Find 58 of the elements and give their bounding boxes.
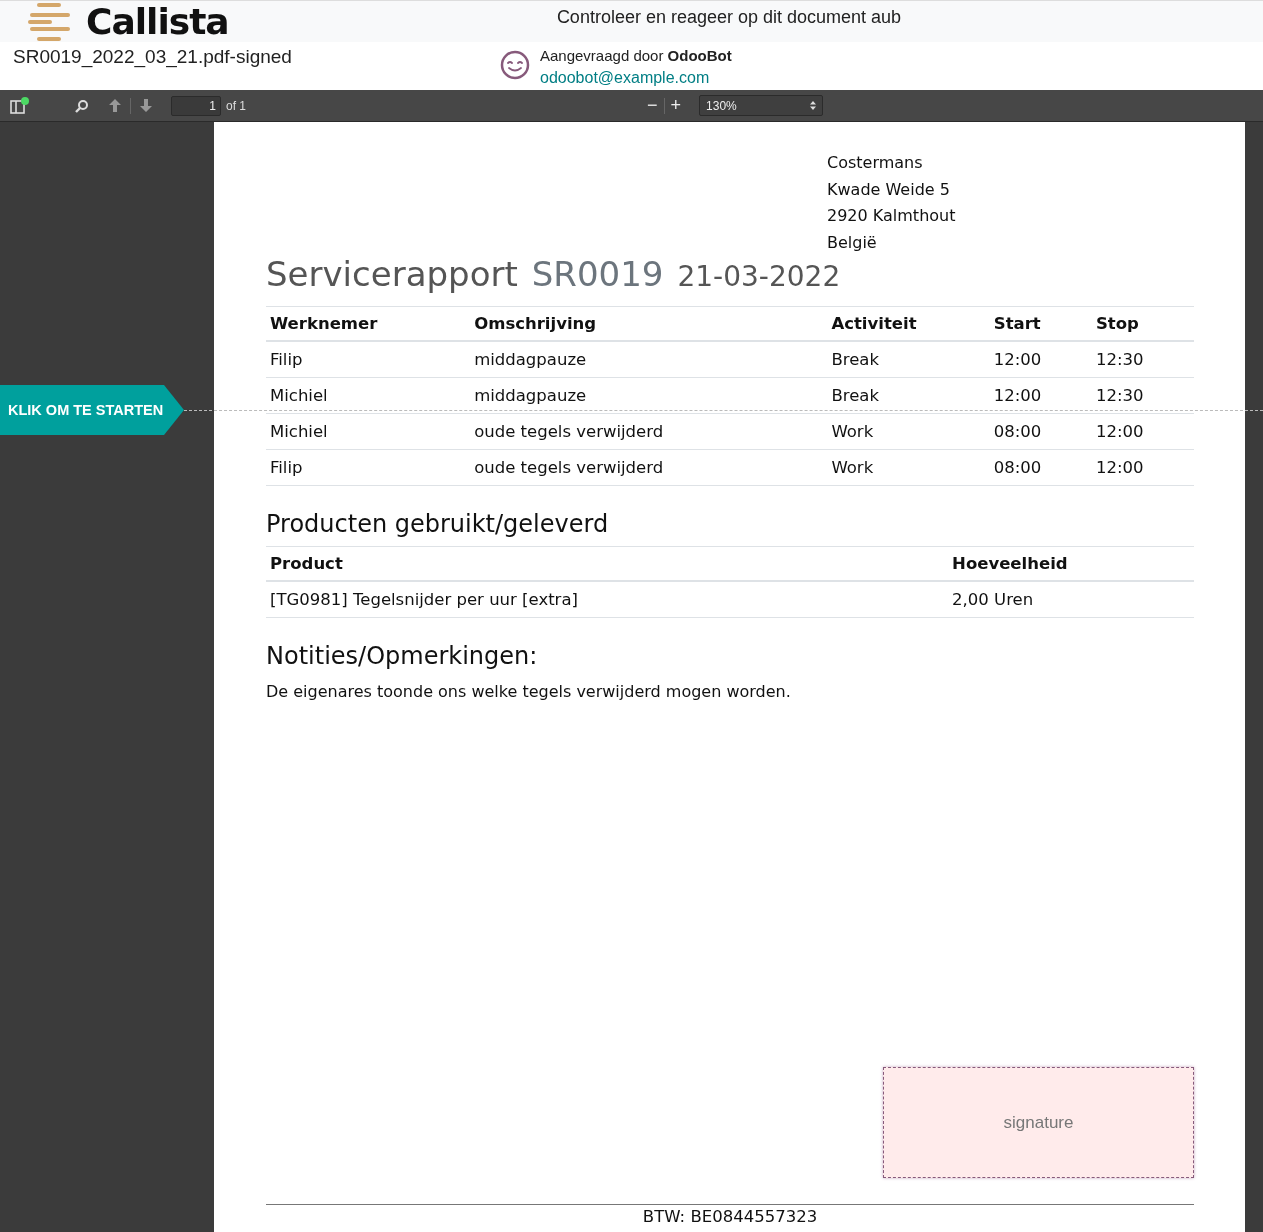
requested-by-text: Aangevraagd door OdooBot: [540, 47, 732, 64]
table-cell: [TG0981] Tegelsnijder per uur [extra]: [266, 581, 949, 618]
table-cell: 08:00: [989, 413, 1092, 450]
logo-icon: [28, 1, 72, 42]
address-line: België: [827, 231, 878, 254]
logo-text: Callista: [86, 1, 229, 42]
table-cell: oude tegels verwijderd: [470, 413, 828, 450]
table-cell: Work: [827, 449, 990, 486]
section-heading: Producten gebruikt/geleverd: [266, 510, 610, 538]
email-link[interactable]: odoobot@example.com: [540, 69, 732, 87]
table-cell: 08:00: [989, 449, 1092, 486]
address-line: Kwade Weide 5: [827, 178, 951, 201]
table-cell: 12:00: [989, 377, 1092, 414]
table-cell: 12:30: [1091, 341, 1194, 378]
section-heading: Notities/Opmerkingen:: [266, 642, 539, 670]
smiley-avatar-icon: [500, 50, 530, 80]
column-header: Werknemer: [266, 306, 471, 341]
vat-number: BTW: BE0844557323: [642, 1207, 818, 1226]
table-cell: 12:00: [989, 341, 1092, 378]
table-cell: Michiel: [266, 377, 471, 414]
table-cell: Filip: [266, 341, 471, 378]
column-header: Activiteit: [827, 306, 990, 341]
table-cell: Filip: [266, 449, 471, 486]
table-cell: oude tegels verwijderd: [470, 449, 828, 486]
table-cell: middagpauze: [470, 377, 828, 414]
column-header: Omschrijving: [470, 306, 828, 341]
column-header: Stop: [1091, 306, 1194, 341]
page-count: of 1: [226, 98, 246, 113]
table-cell: 2,00 Uren: [948, 581, 1194, 618]
dropdown-arrows-icon: [810, 101, 817, 110]
signature-field[interactable]: signature: [883, 1067, 1194, 1178]
down-arrow-icon[interactable]: [139, 98, 153, 113]
table-cell: 12:30: [1091, 377, 1194, 414]
notes-text: De eigenares toonde ons welke tegels verwijderd mogen worden.: [266, 682, 792, 701]
document-filename: SR0019_2022_03_21.pdf-signed: [13, 46, 292, 67]
table-cell: Michiel: [266, 413, 471, 450]
report-title: Servicerapport: [266, 254, 518, 294]
report-date: 21-03-2022: [677, 260, 841, 293]
address-line: 2920 Kalmthout: [827, 205, 957, 227]
table-cell: 12:00: [1091, 413, 1194, 450]
column-header: Hoeveelheid: [948, 546, 1194, 581]
zoom-select[interactable]: 130%: [699, 95, 824, 116]
address-line: Costermans: [827, 152, 924, 174]
table-cell: Work: [827, 413, 990, 450]
column-header: Product: [266, 546, 949, 581]
page-title: Controleer en reageer op dit document aub: [556, 7, 902, 27]
zoom-in-button[interactable]: +: [670, 95, 682, 116]
column-header: Start: [989, 306, 1092, 341]
search-icon[interactable]: [75, 98, 89, 113]
report-number: SR0019: [531, 254, 664, 294]
page-number-field[interactable]: 1: [171, 95, 221, 116]
table-cell: Break: [827, 341, 990, 378]
table-cell: Break: [827, 377, 990, 414]
zoom-out-button[interactable]: −: [647, 95, 658, 116]
table-cell: middagpauze: [470, 341, 828, 378]
up-arrow-icon[interactable]: [108, 98, 122, 113]
table-cell: 12:00: [1091, 449, 1194, 486]
sidebar-toggle-icon[interactable]: [10, 97, 30, 114]
